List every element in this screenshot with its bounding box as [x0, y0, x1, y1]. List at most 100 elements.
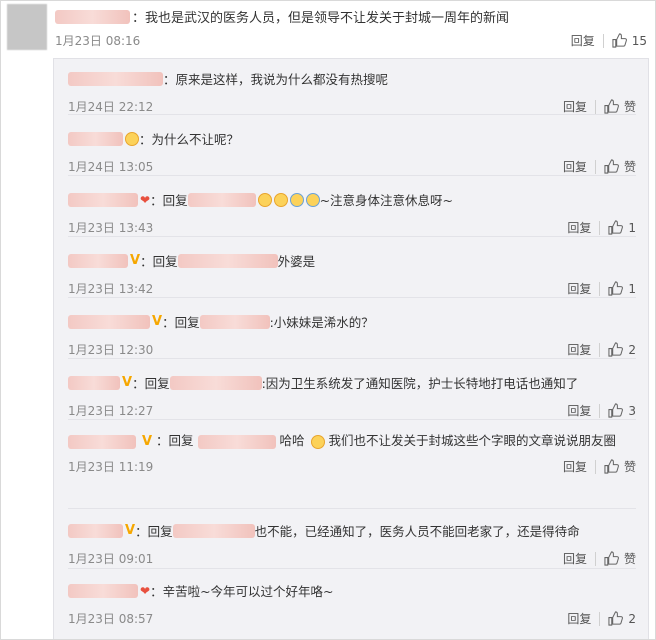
like-button[interactable]: 2	[608, 611, 636, 626]
divider	[68, 508, 636, 509]
reply-button[interactable]: 回复	[563, 550, 587, 567]
list-item: V ：回复 :因为卫生系统发了通知医院，护士长特地打电话也通知了 1月23日 1…	[68, 373, 636, 420]
username[interactable]	[68, 71, 163, 86]
verified-badge-icon: V	[141, 434, 153, 449]
reply-button[interactable]: 回复	[567, 610, 591, 627]
like-button[interactable]: 15	[612, 33, 647, 48]
thumbs-up-icon	[604, 459, 619, 474]
comment-actions: 回复 3	[567, 402, 636, 419]
username[interactable]	[68, 583, 138, 598]
divider	[599, 611, 601, 626]
reply-button[interactable]: 回复	[563, 458, 587, 475]
username[interactable]	[55, 9, 130, 24]
top-comment-meta: 1月23日 08:16 回复 15	[55, 32, 647, 52]
like-button[interactable]: 1	[608, 281, 636, 296]
reply-button[interactable]: 回复	[567, 402, 591, 419]
like-count: 2	[628, 342, 636, 357]
timestamp: 1月23日 13:43	[68, 221, 154, 235]
mentioned-username[interactable]	[169, 375, 262, 390]
comment-actions: 回复 赞	[563, 550, 636, 567]
emoji-icon	[125, 131, 139, 146]
divider	[68, 358, 636, 359]
thumbs-up-icon	[608, 342, 624, 357]
timestamp: 1月24日 22:12	[68, 100, 154, 114]
list-item: V ：回复 哈哈 我们也不让发关于封城这些个字眼的文章说说朋友圈 1月23日 1…	[68, 431, 636, 476]
verified-badge-icon: V	[122, 375, 133, 390]
top-comment: ：我也是武汉的医务人员，但是领导不让发关于封城一周年的新闻	[55, 7, 646, 26]
reply-text: :因为卫生系统发了通知医院，护士长特地打电话也通知了	[261, 376, 579, 391]
list-item: V ：回复 也不能，已经通知了，医务人员不能回老家了，还是得待命 1月23日 0…	[68, 521, 636, 568]
verified-badge-icon: V	[152, 314, 163, 329]
divider	[594, 159, 596, 174]
mentioned-username[interactable]	[197, 434, 276, 449]
like-count: 3	[628, 403, 636, 418]
comment-actions: 回复 1	[567, 219, 636, 236]
reply-button[interactable]: 回复	[567, 341, 591, 358]
heart-badge-icon: ❤	[140, 192, 151, 207]
username[interactable]	[68, 434, 136, 449]
reply-text: ：辛苦啦~今年可以过个好年咯~	[150, 584, 334, 599]
laughing-emoji-icon	[310, 434, 325, 449]
reply-text: 也不能，已经通知了，医务人员不能回老家了，还是得待命	[254, 524, 580, 539]
list-item: V ：回复 :小妹妹是浠水的？ 1月23日 12:30 回复 2	[68, 312, 636, 359]
divider	[594, 99, 596, 114]
reply-prefix: ：回复	[150, 193, 188, 208]
comment-actions: 回复 2	[567, 610, 636, 627]
divider	[594, 459, 596, 474]
like-button[interactable]: 赞	[604, 158, 636, 175]
like-button[interactable]: 赞	[604, 550, 636, 567]
thumbs-up-icon	[608, 403, 624, 418]
like-count: 赞	[623, 460, 636, 474]
thumbs-up-icon	[612, 33, 627, 48]
mentioned-username[interactable]	[199, 314, 270, 329]
like-button[interactable]: 赞	[604, 98, 636, 115]
emoji-icon	[289, 192, 304, 207]
verified-badge-icon: V	[130, 253, 141, 268]
like-count: 15	[631, 33, 647, 48]
thumbs-up-icon	[604, 551, 619, 566]
divider	[68, 236, 636, 237]
reply-button[interactable]: 回复	[563, 158, 587, 175]
mentioned-username[interactable]	[172, 523, 255, 538]
like-button[interactable]: 赞	[604, 458, 636, 475]
thumbs-up-icon	[604, 159, 619, 174]
reply-text: ：原来是这样，我说为什么都没有热搜呢	[163, 72, 389, 87]
timestamp: 1月23日 13:42	[68, 282, 154, 296]
reply-text-continued: 我们也不让发关于封城这些个字眼的文章说说朋友圈	[328, 433, 617, 448]
avatar[interactable]	[7, 4, 47, 50]
like-count: 2	[628, 611, 636, 626]
list-item: ：原来是这样，我说为什么都没有热搜呢 1月24日 22:12 回复 赞	[68, 69, 636, 116]
like-button[interactable]: 2	[608, 342, 636, 357]
thumbs-up-icon	[608, 281, 624, 296]
username[interactable]	[68, 314, 150, 329]
heart-badge-icon: ❤	[140, 583, 151, 598]
divider	[602, 33, 604, 48]
mentioned-username[interactable]	[187, 192, 256, 207]
reply-button[interactable]: 回复	[571, 32, 595, 49]
username[interactable]	[68, 523, 123, 538]
reply-button[interactable]: 回复	[563, 98, 587, 115]
username[interactable]	[68, 192, 138, 207]
reply-prefix: ：回复	[140, 254, 178, 269]
list-item: ❤ ：回复 ~注意身体注意休息呀~ 1月23日 13:43 回复 1	[68, 190, 636, 237]
timestamp: 1月23日 09:01	[68, 552, 154, 566]
divider	[68, 175, 636, 176]
reply-prefix: ：回复	[135, 524, 173, 539]
mentioned-username[interactable]	[177, 253, 278, 268]
username[interactable]	[68, 131, 123, 146]
like-button[interactable]: 3	[608, 403, 636, 418]
comment-actions: 回复 赞	[563, 458, 636, 475]
like-button[interactable]: 1	[608, 220, 636, 235]
divider	[68, 114, 636, 115]
timestamp: 1月24日 13:05	[68, 160, 154, 174]
reply-text: 外婆是	[277, 254, 316, 269]
reply-button[interactable]: 回复	[567, 280, 591, 297]
emoji-icon	[257, 192, 272, 207]
reply-text: 哈哈	[279, 433, 305, 448]
reply-button[interactable]: 回复	[567, 219, 591, 236]
username[interactable]	[68, 253, 128, 268]
divider	[599, 403, 601, 418]
list-item: ：为什么不让呢？ 1月24日 13:05 回复 赞	[68, 129, 636, 176]
reply-list: ：原来是这样，我说为什么都没有热搜呢 1月24日 22:12 回复 赞 ：为什么…	[53, 58, 649, 639]
username[interactable]	[68, 375, 120, 390]
